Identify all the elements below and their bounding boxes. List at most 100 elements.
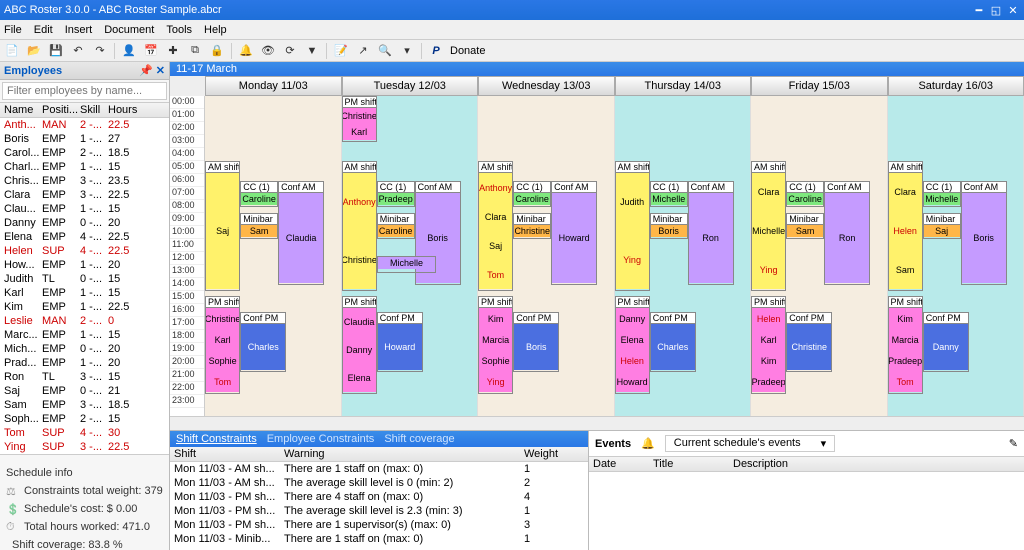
shift-block[interactable]: CC (1)Michelle (923, 181, 961, 207)
cons-col-header[interactable]: Weight (524, 448, 584, 460)
export-icon[interactable]: ↗ (355, 43, 371, 59)
employee-row[interactable]: HelenSUP4 -...22.5 (0, 244, 169, 258)
employee-row[interactable]: How...EMP1 -...20 (0, 258, 169, 272)
shift-block[interactable]: AM shiftClaraHelenSam (888, 161, 923, 291)
shift-block[interactable]: PM shiftKimMarciaSophieYing (478, 296, 513, 394)
shift-staff[interactable]: Helen (752, 308, 785, 329)
bell-icon[interactable]: 🔔 (238, 43, 254, 59)
save-icon[interactable]: 💾 (48, 43, 64, 59)
employee-row[interactable]: Charl...EMP1 -...15 (0, 160, 169, 174)
shift-block[interactable]: AM shiftSaj (205, 161, 240, 291)
shift-staff[interactable]: Clara (752, 173, 785, 212)
day-header[interactable]: Monday 11/03 (205, 76, 342, 96)
employee-row[interactable]: Chris...EMP3 -...23.5 (0, 174, 169, 188)
shift-staff[interactable]: Helen (889, 212, 922, 251)
shift-staff[interactable]: Anthony (343, 173, 376, 231)
shift-staff[interactable]: Michelle (924, 193, 960, 205)
shift-staff[interactable]: Michelle (651, 193, 687, 205)
shift-block[interactable]: Conf PMHoward (377, 312, 423, 372)
shift-staff[interactable]: Kim (479, 308, 512, 329)
shift-staff[interactable]: Kim (889, 308, 922, 329)
shift-block[interactable]: CC (1)Caroline (240, 181, 278, 207)
shift-staff[interactable]: Christine (514, 225, 550, 237)
employee-list[interactable]: Anth...MAN2 -...22.5BorisEMP1 -...27Caro… (0, 118, 169, 454)
shift-staff[interactable]: Caroline (514, 193, 550, 205)
shift-staff[interactable]: Clara (889, 173, 922, 212)
shift-block[interactable]: Conf AMRon (824, 181, 870, 285)
shift-staff[interactable]: Claudia (343, 308, 376, 336)
shift-block[interactable]: PM shiftKimMarciaPradeepTom (888, 296, 923, 394)
edit-events-icon[interactable]: ✎ (1009, 437, 1018, 450)
calendar-icon[interactable]: 📅 (143, 43, 159, 59)
employee-filter-input[interactable] (2, 82, 167, 100)
shift-block[interactable]: MinibarSam (786, 213, 824, 239)
shift-staff[interactable]: Judith (616, 173, 649, 231)
shift-block[interactable]: Conf PMDanny (923, 312, 969, 372)
employee-row[interactable]: DannyEMP0 -...20 (0, 216, 169, 230)
emp-col-header[interactable]: Positi... (42, 104, 80, 116)
employee-row[interactable]: LeslieMAN2 -...0 (0, 314, 169, 328)
shift-staff[interactable]: Boris (962, 193, 1006, 283)
shift-staff[interactable]: Sophie (206, 350, 239, 371)
shift-staff[interactable]: Pradeep (752, 371, 785, 392)
employee-row[interactable]: YingSUP3 -...22.5 (0, 440, 169, 454)
undo-icon[interactable]: ↶ (70, 43, 86, 59)
refresh-icon[interactable]: ⟳ (282, 43, 298, 59)
shift-staff[interactable]: Sophie (479, 350, 512, 371)
shift-staff[interactable]: Karl (343, 124, 376, 140)
day-header[interactable]: Saturday 16/03 (888, 76, 1024, 96)
shift-block[interactable]: PM shiftChristineKarlSophieTom (205, 296, 240, 394)
shift-block[interactable]: AM shiftAnthonyClaraSajTom (478, 161, 513, 291)
employee-row[interactable]: Marc...EMP1 -...15 (0, 328, 169, 342)
redo-icon[interactable]: ↷ (92, 43, 108, 59)
constraints-tab[interactable]: Shift coverage (384, 433, 454, 445)
shift-block[interactable]: Conf AMClaudia (278, 181, 324, 285)
shift-staff[interactable]: Howard (552, 193, 596, 283)
shift-staff[interactable]: Saj (924, 225, 960, 237)
day-header[interactable]: Friday 15/03 (751, 76, 888, 96)
shift-staff[interactable]: Claudia (279, 193, 323, 283)
lock-icon[interactable]: 🔒 (209, 43, 225, 59)
shift-block[interactable]: PM shiftHelenKarlKimPradeep (751, 296, 786, 394)
shift-staff[interactable]: Tom (206, 371, 239, 392)
employee-row[interactable]: Anth...MAN2 -...22.5 (0, 118, 169, 132)
constraint-row[interactable]: Mon 11/03 - PM sh...There are 1 supervis… (170, 518, 588, 532)
shift-staff[interactable]: Anthony (479, 173, 512, 202)
shift-staff[interactable]: Ron (689, 193, 733, 283)
shift-staff[interactable]: Ron (825, 193, 869, 283)
constraint-row[interactable]: Mon 11/03 - AM sh...There are 1 staff on… (170, 462, 588, 476)
events-dropdown[interactable]: Current schedule's events▾ (665, 435, 835, 452)
shift-staff[interactable]: Saj (479, 231, 512, 260)
day-column[interactable]: AM shiftClaraMichelleYingCC (1)CarolineC… (751, 96, 888, 416)
shift-block[interactable]: MinibarSaj (923, 213, 961, 239)
employee-row[interactable]: ClaraEMP3 -...22.5 (0, 188, 169, 202)
note-icon[interactable]: 📝 (333, 43, 349, 59)
shift-block[interactable]: Conf PMCharles (240, 312, 286, 372)
shift-staff[interactable]: Caroline (787, 193, 823, 205)
shift-staff[interactable]: Clara (479, 202, 512, 231)
shift-staff[interactable]: Christine (787, 324, 831, 370)
menu-document[interactable]: Document (104, 24, 154, 36)
events-col-header[interactable]: Date (593, 458, 653, 470)
cons-col-header[interactable]: Warning (284, 448, 524, 460)
shift-block[interactable]: PM shiftDannyElenaHelenHoward (615, 296, 650, 394)
emp-col-header[interactable]: Name (4, 104, 42, 116)
shift-block[interactable]: Conf AMRon (688, 181, 734, 285)
constraints-tab[interactable]: Shift Constraints (176, 433, 257, 445)
employee-row[interactable]: Prad...EMP1 -...20 (0, 356, 169, 370)
shift-staff[interactable]: Sam (241, 225, 277, 237)
dropdown-icon[interactable]: ▾ (399, 43, 415, 59)
shift-block[interactable]: Michelle (377, 256, 437, 273)
shift-block[interactable]: PM shiftClaudiaDannyElena (342, 296, 377, 394)
shift-block[interactable]: CC (1)Pradeep (377, 181, 415, 207)
shift-staff[interactable]: Christine (343, 231, 376, 289)
shift-staff[interactable]: Sam (787, 225, 823, 237)
bell-icon[interactable]: 🔔 (641, 437, 655, 450)
maximize-icon[interactable]: ◱ (989, 4, 1003, 17)
employee-row[interactable]: Clau...EMP1 -...15 (0, 202, 169, 216)
shift-staff[interactable]: Pradeep (378, 193, 414, 205)
shift-block[interactable]: Conf PMChristine (786, 312, 832, 372)
shift-block[interactable]: Conf PMCharles (650, 312, 696, 372)
employee-row[interactable]: KarlEMP1 -...15 (0, 286, 169, 300)
shift-staff[interactable]: Marcia (479, 329, 512, 350)
